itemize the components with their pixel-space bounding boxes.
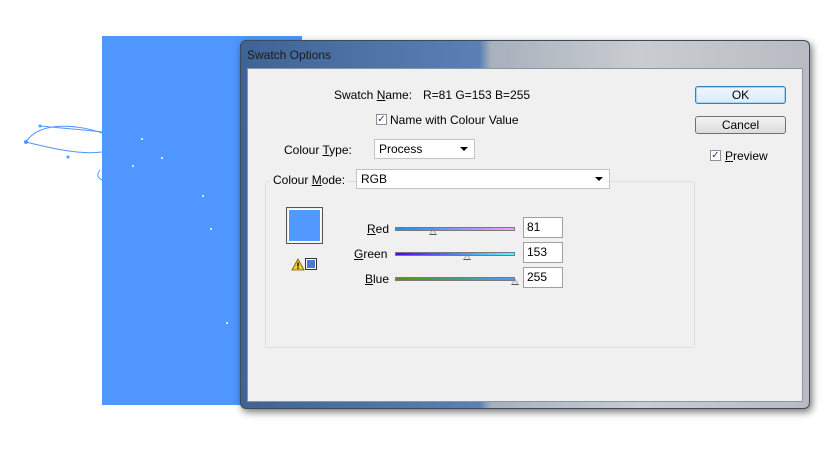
blue-label: Blue [365, 272, 390, 286]
red-label: Red [367, 222, 390, 236]
ok-button[interactable]: OK [695, 86, 786, 104]
blue-slider[interactable] [395, 277, 515, 281]
warning-icon[interactable] [291, 258, 305, 271]
chevron-down-icon [595, 177, 603, 181]
preview-label[interactable]: Preview [725, 149, 768, 163]
dialog-title[interactable]: Swatch Options [247, 46, 331, 64]
dialog-client-area: Swatch Name: R=81 G=153 B=255 ✓ Name wit… [247, 68, 803, 402]
colour-group-box [265, 181, 695, 348]
swatch-options-dialog: Swatch Options Swatch Name: R=81 G=153 B… [240, 40, 810, 409]
chevron-down-icon [460, 147, 468, 151]
name-with-colour-value-label[interactable]: Name with Colour Value [390, 113, 519, 127]
colour-type-label: Colour Type: [284, 143, 352, 157]
red-slider[interactable] [395, 227, 515, 231]
colour-type-value: Process [379, 142, 423, 156]
web-safe-colour-icon[interactable] [305, 258, 317, 270]
swatch-name-value[interactable]: R=81 G=153 B=255 [423, 88, 530, 102]
colour-mode-value: RGB [361, 172, 388, 186]
red-value-field[interactable]: 81 [523, 217, 563, 238]
green-label: Green [354, 247, 388, 261]
red-slider-thumb[interactable] [429, 229, 438, 235]
cancel-button[interactable]: Cancel [695, 116, 786, 134]
green-slider-thumb[interactable] [463, 254, 471, 260]
colour-type-select[interactable]: Process [374, 139, 475, 159]
colour-swatch-fill [288, 209, 321, 242]
blue-slider-thumb[interactable] [511, 279, 519, 285]
colour-mode-select[interactable]: RGB [356, 169, 610, 189]
name-with-colour-value-checkbox[interactable]: ✓ [376, 114, 387, 125]
green-slider[interactable] [395, 252, 515, 256]
swatch-name-label: Swatch Name: [334, 88, 413, 102]
colour-swatch-preview [286, 207, 323, 244]
preview-checkbox[interactable]: ✓ [710, 150, 721, 161]
colour-mode-label: Colour Mode: [270, 173, 349, 187]
green-value-field[interactable]: 153 [523, 242, 563, 263]
blue-value-field[interactable]: 255 [523, 267, 563, 288]
